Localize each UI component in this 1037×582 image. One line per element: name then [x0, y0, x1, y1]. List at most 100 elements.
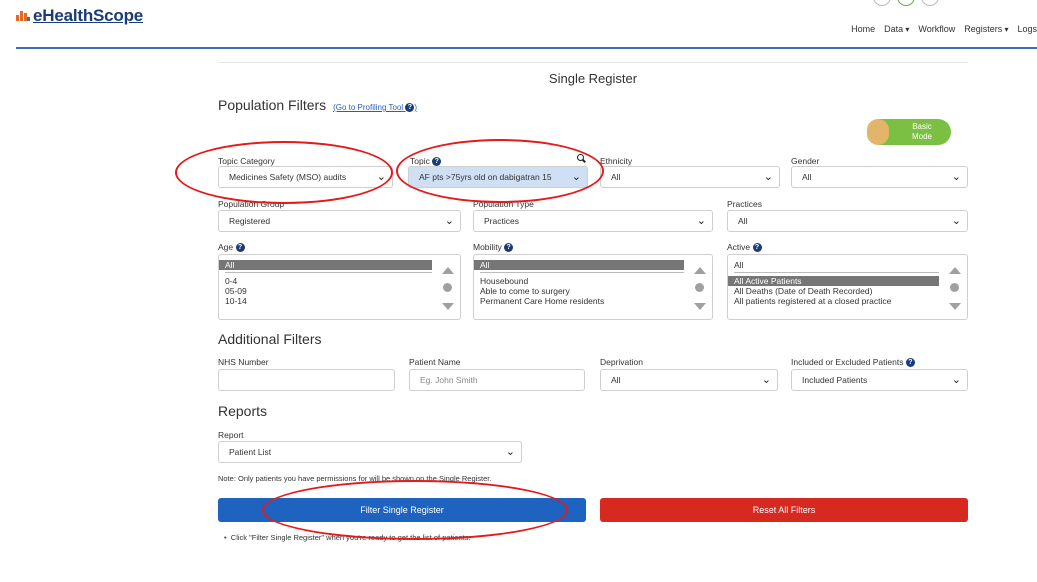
active-option[interactable]: All patients registered at a closed prac… — [728, 296, 967, 306]
mobility-listbox[interactable]: All Housebound Able to come to surgery P… — [473, 254, 713, 320]
chevron-down-icon: ⌄ — [696, 215, 706, 227]
nav-logs[interactable]: Logs — [1017, 24, 1037, 34]
mobility-label: Mobility ? — [473, 242, 514, 253]
population-type-value: Practices — [484, 216, 519, 226]
annotation-circle-filter-button — [262, 480, 568, 540]
nhs-number-input[interactable] — [218, 369, 395, 391]
age-option[interactable]: 05-09 — [219, 286, 460, 296]
mode-toggle[interactable]: Basic Mode — [867, 119, 951, 145]
brand[interactable]: eHealthScope — [16, 0, 143, 32]
mobility-option-selected[interactable]: All — [474, 260, 684, 270]
report-value: Patient List — [229, 447, 272, 457]
annotation-circle-topic-category — [175, 141, 393, 204]
age-option-selected[interactable]: All — [219, 260, 432, 270]
help-icon[interactable]: ? — [752, 243, 762, 253]
gender-select[interactable]: All ⌄ — [791, 166, 968, 188]
population-group-select[interactable]: Registered ⌄ — [218, 210, 461, 232]
scroll-thumb[interactable] — [695, 283, 704, 292]
report-select[interactable]: Patient List ⌄ — [218, 441, 522, 463]
mobility-label-text: Mobility — [473, 242, 502, 252]
deprivation-label: Deprivation — [600, 357, 643, 367]
additional-filters-title: Additional Filters — [218, 331, 322, 347]
reports-title: Reports — [218, 403, 268, 419]
included-label: Included or Excluded Patients ? — [791, 357, 915, 368]
help-icon[interactable]: ? — [235, 243, 245, 253]
brand-name[interactable]: eHealthScope — [33, 6, 143, 26]
age-label: Age ? — [218, 242, 245, 253]
active-listbox[interactable]: All All Active Patients All Deaths (Date… — [727, 254, 968, 320]
scroll-up-icon[interactable] — [694, 267, 706, 274]
nhs-number-label: NHS Number — [218, 357, 269, 367]
listbox-separator — [480, 272, 684, 273]
scroll-thumb[interactable] — [443, 283, 452, 292]
active-label: Active ? — [727, 242, 762, 253]
nav-data[interactable]: Data — [884, 24, 909, 34]
deprivation-value: All — [611, 375, 621, 385]
status-circle-icon — [921, 0, 939, 6]
nav-workflow[interactable]: Workflow — [918, 24, 955, 34]
active-option[interactable]: All Deaths (Date of Death Recorded) — [728, 286, 967, 296]
deprivation-select[interactable]: All ⌄ — [600, 369, 778, 391]
nav-registers[interactable]: Registers — [964, 24, 1008, 34]
population-filters-heading: Population Filters — [218, 97, 327, 113]
listbox-separator — [225, 272, 432, 273]
included-label-text: Included or Excluded Patients — [791, 357, 904, 367]
ethnicity-select[interactable]: All ⌄ — [600, 166, 780, 188]
active-option[interactable]: All — [728, 260, 967, 270]
brand-logo-icon — [16, 9, 30, 23]
active-label-text: Active — [727, 242, 751, 252]
ethnicity-value: All — [611, 172, 621, 182]
reset-all-filters-button[interactable]: Reset All Filters — [600, 498, 968, 522]
status-circle-icon — [897, 0, 915, 6]
content-divider — [218, 62, 968, 63]
report-label: Report — [218, 430, 244, 440]
annotation-circle-topic — [396, 139, 604, 203]
gender-value: All — [802, 172, 812, 182]
scroll-thumb[interactable] — [950, 283, 959, 292]
chevron-down-icon: ⌄ — [951, 374, 961, 386]
chevron-down-icon: ⌄ — [444, 215, 454, 227]
main-nav: Home Data Workflow Registers Logs — [851, 24, 1037, 34]
age-listbox[interactable]: All 0-4 05-09 10-14 — [218, 254, 461, 320]
scroll-down-icon[interactable] — [949, 303, 961, 310]
practices-select[interactable]: All ⌄ — [727, 210, 968, 232]
scroll-down-icon[interactable] — [694, 303, 706, 310]
gender-label: Gender — [791, 156, 820, 166]
profiling-tool-link[interactable]: (Go to Profiling Tool ?) — [333, 103, 418, 113]
patient-name-label: Patient Name — [409, 357, 461, 367]
top-status-icons — [873, 0, 939, 6]
chevron-down-icon: ⌄ — [761, 374, 771, 386]
population-type-select[interactable]: Practices ⌄ — [473, 210, 713, 232]
population-filters-title: Population Filters (Go to Profiling Tool… — [218, 97, 417, 113]
nav-home[interactable]: Home — [851, 24, 875, 34]
page-title: Single Register — [548, 71, 638, 86]
age-option[interactable]: 10-14 — [219, 296, 460, 306]
ethnicity-label: Ethnicity — [600, 156, 633, 166]
chevron-down-icon: ⌄ — [505, 446, 515, 458]
included-value: Included Patients — [802, 375, 868, 385]
profiling-tool-link-text[interactable]: (Go to Profiling Tool — [333, 103, 403, 112]
mobility-option[interactable]: Permanent Care Home residents — [474, 296, 712, 306]
mode-toggle-label-2: Mode — [911, 132, 932, 141]
age-option[interactable]: 0-4 — [219, 276, 460, 286]
mobility-option[interactable]: Housebound — [474, 276, 712, 286]
help-icon[interactable]: ? — [504, 243, 514, 253]
help-icon[interactable]: ? — [905, 358, 915, 368]
patient-name-input[interactable]: Eg. John Smith — [409, 369, 585, 391]
profiling-tool-link-end: ) — [414, 103, 418, 112]
toggle-knob[interactable] — [867, 119, 889, 145]
chevron-down-icon: ⌄ — [951, 171, 961, 183]
age-label-text: Age — [218, 242, 234, 252]
listbox-separator — [734, 272, 939, 273]
scroll-up-icon[interactable] — [949, 267, 961, 274]
chevron-down-icon: ⌄ — [763, 171, 773, 183]
scroll-up-icon[interactable] — [442, 267, 454, 274]
mobility-option[interactable]: Able to come to surgery — [474, 286, 712, 296]
nav-divider — [16, 47, 1037, 49]
active-option-selected[interactable]: All Active Patients — [728, 276, 939, 286]
practices-value: All — [738, 216, 748, 226]
practices-label: Practices — [727, 199, 762, 209]
population-group-value: Registered — [229, 216, 271, 226]
scroll-down-icon[interactable] — [442, 303, 454, 310]
included-select[interactable]: Included Patients ⌄ — [791, 369, 968, 391]
